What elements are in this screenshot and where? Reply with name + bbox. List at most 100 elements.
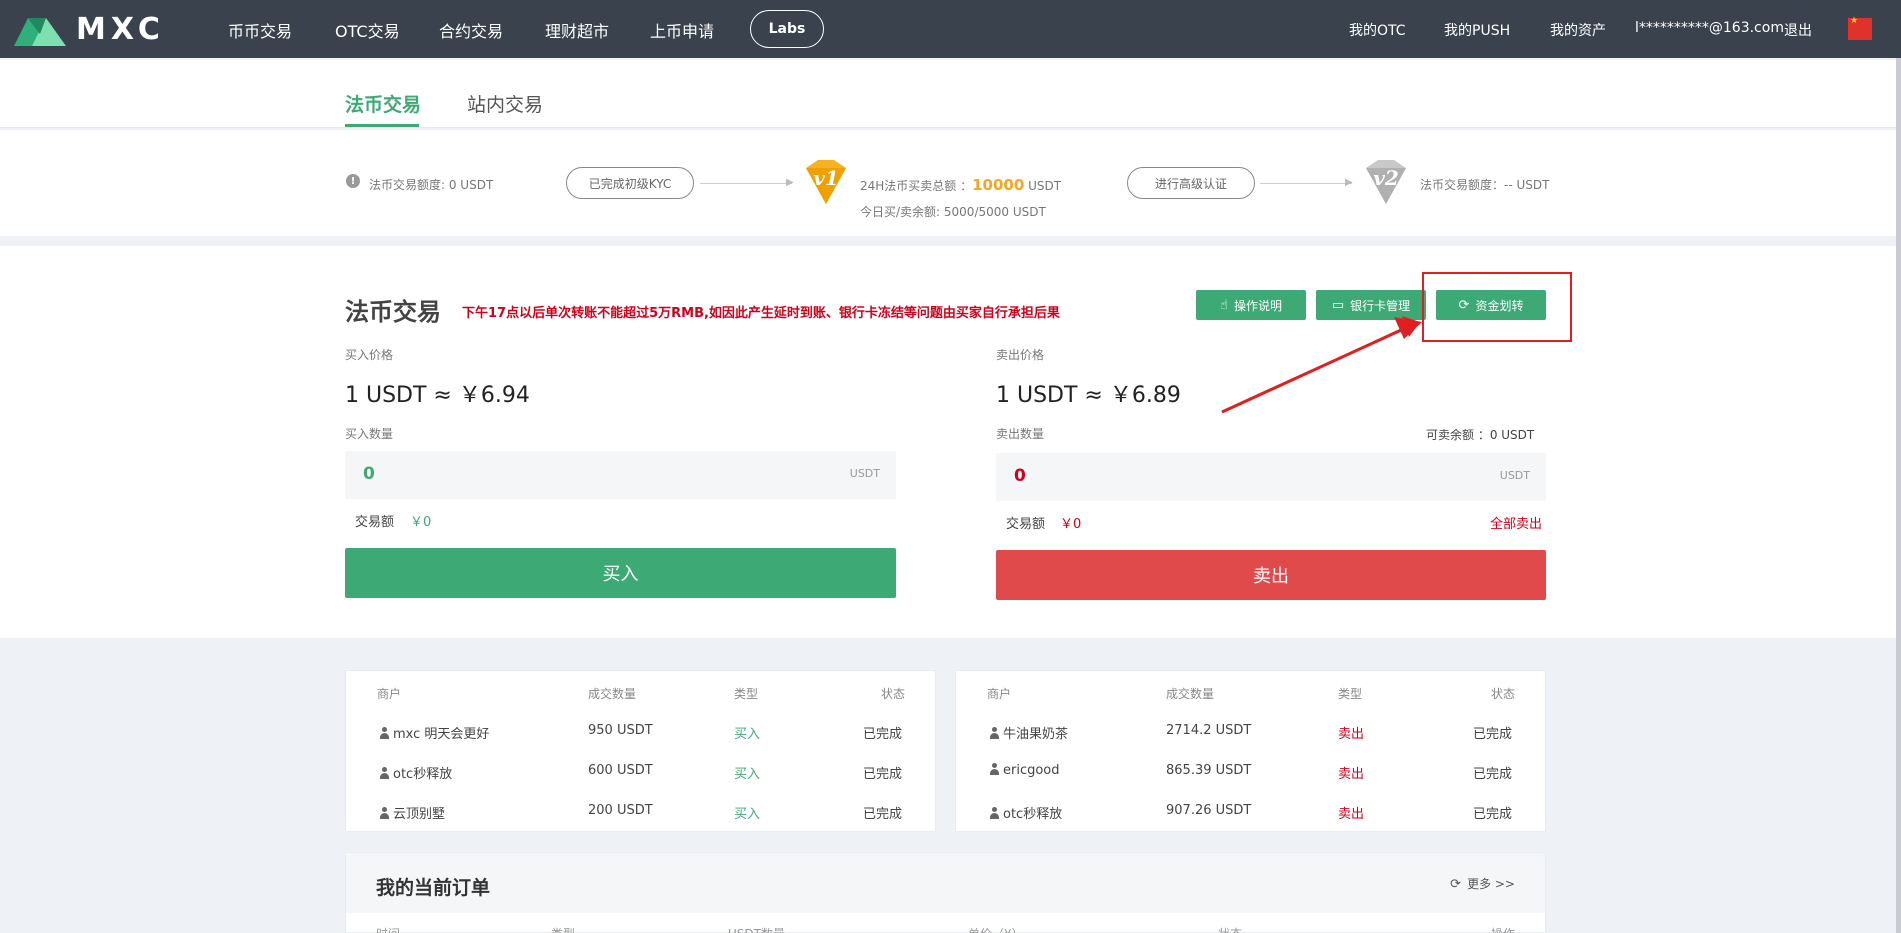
warning-icon: !	[346, 174, 360, 188]
guide-button-label: 操作说明	[1233, 298, 1282, 313]
tab-fiat[interactable]: 法币交易	[345, 90, 421, 117]
table-cell: 950 USDT	[588, 723, 653, 738]
buy-qty-input[interactable]: 0 USDT	[345, 451, 896, 499]
kyc-total-unit: USDT	[1028, 179, 1062, 193]
table-cell: 已完成	[863, 767, 903, 782]
bank-card-button[interactable]: ▭ 银行卡管理	[1316, 290, 1426, 320]
kyc-limit-text: 法币交易额度: 0 USDT	[369, 178, 494, 192]
buy-amount-value: ￥0	[410, 515, 432, 530]
guide-button[interactable]: ☝ 操作说明	[1196, 290, 1306, 320]
nav-logout[interactable]: 退出	[1784, 20, 1812, 40]
nav-item-otc[interactable]: OTC交易	[335, 18, 400, 42]
table-header: 成交数量	[588, 687, 637, 701]
top-nav: MXC 币币交易 OTC交易 合约交易 理财超市 上币申请 Labs 我的OTC…	[0, 0, 1901, 58]
transfer-notice: 下午17点以后单次转账不能超过5万RMB,如因此产生延时到账、银行卡冻结等问题由…	[462, 306, 1060, 321]
table-cell: 已完成	[1473, 807, 1513, 822]
advanced-kyc-button[interactable]: 进行高级认证	[1127, 167, 1255, 199]
orders-col-type: 类型	[551, 925, 575, 933]
tab-internal[interactable]: 站内交易	[467, 90, 543, 117]
table-cell: 买入	[734, 727, 761, 742]
table-header: 状态	[881, 687, 906, 701]
v1-label: v1	[813, 166, 839, 190]
sell-qty-input[interactable]: 0 USDT	[996, 453, 1546, 501]
sell-qty-label: 卖出数量	[996, 427, 1045, 441]
table-cell: 200 USDT	[588, 803, 653, 818]
orders-col-qty: USDT数量	[728, 925, 785, 933]
table-cell: 2714.2 USDT	[1166, 723, 1252, 738]
bank-card-button-label: 银行卡管理	[1350, 298, 1411, 313]
table-cell: mxc 明天会更好	[379, 723, 489, 742]
tabs-bar: 法币交易 站内交易	[0, 60, 1896, 128]
table-cell: 865.39 USDT	[1166, 763, 1252, 778]
hand-pointer-icon: ☝	[1220, 297, 1228, 313]
nav-item-contract[interactable]: 合约交易	[439, 18, 503, 42]
logo[interactable]: MXC	[14, 12, 165, 47]
table-cell: 买入	[734, 767, 761, 782]
orders-col-status: 状态	[1218, 925, 1242, 933]
buy-button[interactable]: 买入	[345, 548, 896, 598]
kyc-connector	[1260, 183, 1352, 184]
user-icon	[379, 767, 390, 779]
sell-button[interactable]: 卖出	[996, 550, 1546, 600]
table-header: 商户	[987, 687, 1012, 701]
v1-badge-icon: v1	[802, 160, 850, 204]
nav-item-finance[interactable]: 理财超市	[545, 18, 609, 42]
table-header: 类型	[734, 687, 759, 701]
table-cell: 云顶别墅	[379, 803, 445, 822]
user-icon	[989, 807, 1000, 819]
buy-qty-value: 0	[363, 464, 375, 484]
kyc-v2-limit-text: 法币交易额度：-- USDT	[1420, 178, 1550, 192]
table-cell: 卖出	[1338, 727, 1365, 742]
kyc-connector	[700, 183, 792, 184]
orders-col-time: 时间	[376, 925, 400, 933]
orders-col-action: 操作	[1491, 925, 1515, 933]
current-orders: 我的当前订单 ⟳ 更多 >> 时间 类型 USDT数量 单价（¥） 状态 操作	[345, 852, 1546, 933]
sell-amount-value: ￥0	[1060, 517, 1082, 532]
kyc-total-text: 24H法币买卖总额 ：10000 USDT	[860, 176, 1061, 194]
user-icon	[989, 763, 1000, 775]
orders-col-price: 单价（¥）	[968, 925, 1024, 933]
orders-title: 我的当前订单	[376, 877, 491, 899]
orders-header	[346, 853, 1545, 913]
sell-qty-unit: USDT	[1499, 469, 1530, 482]
table-header: 状态	[1491, 687, 1516, 701]
more-orders-link[interactable]: ⟳ 更多 >>	[1450, 875, 1515, 892]
nav-my-push[interactable]: 我的PUSH	[1444, 20, 1510, 40]
sell-price: 1 USDT ≈ ￥6.89	[996, 383, 1181, 408]
trade-title: 法币交易	[345, 298, 441, 326]
buy-price: 1 USDT ≈ ￥6.94	[345, 383, 530, 408]
sell-qty-value: 0	[1014, 466, 1026, 486]
sell-amount-label: 交易额	[1006, 517, 1046, 532]
buy-history-table: 商户 成交数量 类型 状态 mxc 明天会更好 950 USDT 买入 已完成 …	[345, 670, 936, 832]
kyc-remaining-text: 今日买/卖余额: 5000/5000 USDT	[860, 205, 1046, 219]
tab-underline	[345, 124, 419, 127]
kyc-done-pill: 已完成初级KYC	[566, 167, 694, 199]
more-orders-label[interactable]: 更多 >>	[1467, 877, 1515, 891]
kyc-total-label: 24H法币买卖总额 ：	[860, 179, 973, 193]
table-cell: otc秒释放	[379, 763, 452, 782]
china-flag-icon[interactable]	[1848, 16, 1872, 40]
sell-balance: 可卖余额 ：0 USDT	[1426, 428, 1535, 442]
sell-history-table: 商户 成交数量 类型 状态 牛油果奶茶 2714.2 USDT 卖出 已完成 e…	[955, 670, 1546, 832]
nav-item-listing[interactable]: 上币申请	[650, 18, 714, 42]
table-cell: 卖出	[1338, 767, 1365, 782]
refresh-icon[interactable]: ⟳	[1450, 877, 1461, 892]
nav-my-assets[interactable]: 我的资产	[1550, 20, 1606, 40]
scrollbar[interactable]	[1896, 58, 1901, 933]
kyc-arrow: ▶	[786, 177, 794, 188]
table-cell: 已完成	[1473, 767, 1513, 782]
table-header: 成交数量	[1166, 687, 1215, 701]
sell-all-link[interactable]: 全部卖出	[1490, 513, 1542, 532]
bank-card-icon: ▭	[1331, 297, 1345, 313]
logo-text: MXC	[76, 12, 165, 47]
nav-item-spot[interactable]: 币币交易	[228, 18, 292, 42]
labs-button[interactable]: Labs	[750, 10, 824, 48]
user-icon	[989, 727, 1000, 739]
nav-user-email[interactable]: l**********@163.com	[1635, 20, 1784, 36]
table-cell: 买入	[734, 807, 761, 822]
nav-my-otc[interactable]: 我的OTC	[1349, 20, 1406, 40]
table-cell: otc秒释放	[989, 803, 1062, 822]
table-cell: 已完成	[863, 807, 903, 822]
buy-amount-label: 交易额	[355, 515, 395, 530]
buy-qty-label: 买入数量	[345, 427, 394, 441]
